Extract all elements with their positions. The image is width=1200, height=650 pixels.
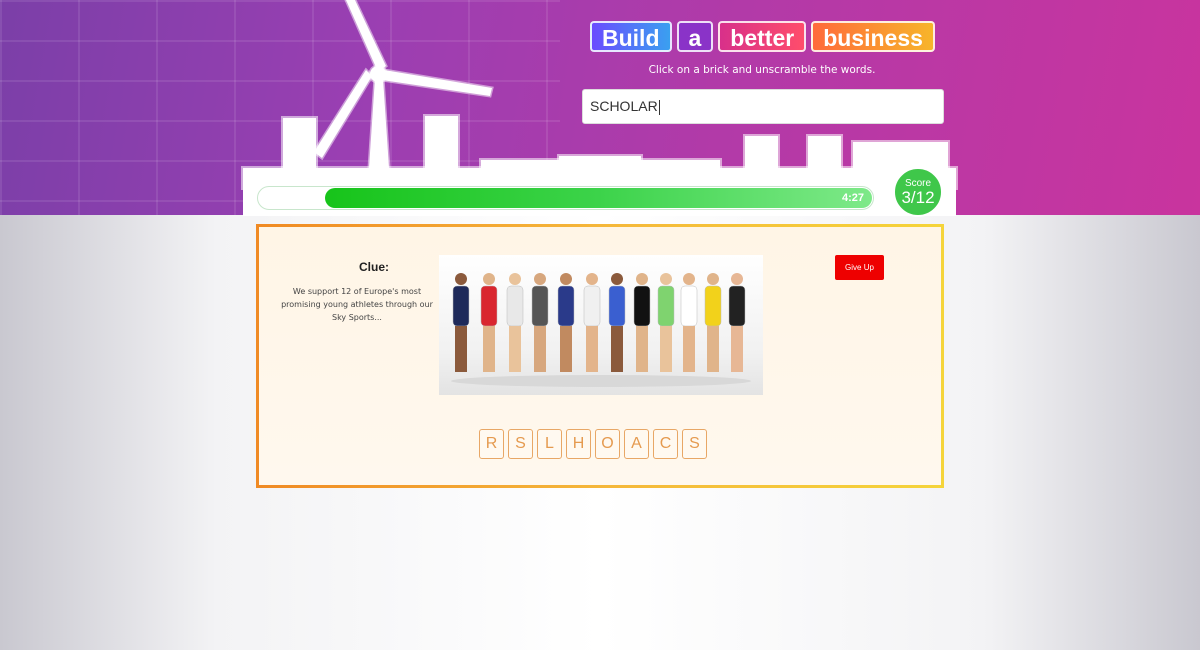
athlete-head (586, 273, 598, 285)
athlete-body (657, 285, 675, 327)
athlete-body (452, 285, 470, 327)
athlete-legs (534, 326, 546, 372)
answer-input[interactable]: SCHOLAR (582, 89, 944, 124)
text-caret (658, 99, 660, 115)
timer-bar: 4:27 (257, 186, 874, 210)
athlete-head (611, 273, 623, 285)
game-title: Build a better business (590, 21, 935, 52)
give-up-button[interactable]: Give Up (835, 255, 884, 280)
athlete-body (633, 285, 651, 327)
letter-tile[interactable]: H (566, 429, 591, 459)
title-word-build: Build (590, 21, 672, 52)
athletes-photo (439, 255, 763, 395)
athlete-head (534, 273, 546, 285)
instruction-text: Click on a brick and unscramble the word… (648, 64, 876, 76)
athlete-body (608, 285, 626, 327)
athlete-head (636, 273, 648, 285)
letter-tile[interactable]: O (595, 429, 620, 459)
answer-input-value: SCHOLAR (590, 98, 658, 114)
athlete-legs (731, 326, 743, 372)
athlete-body (480, 285, 498, 327)
athlete-head (683, 273, 695, 285)
athlete-head (660, 273, 672, 285)
athlete-legs (683, 326, 695, 372)
clue-text: We support 12 of Europe's most promising… (281, 287, 433, 322)
athlete-head (455, 273, 467, 285)
athlete-body (506, 285, 524, 327)
title-word-business: business (811, 21, 935, 52)
letter-tile[interactable]: A (624, 429, 649, 459)
turbine-hub (368, 64, 388, 84)
title-word-better: better (718, 21, 807, 52)
athlete-legs (707, 326, 719, 372)
athlete-head (483, 273, 495, 285)
turbine-tower (367, 76, 391, 170)
turbine-blade-up (344, 0, 388, 75)
turbine-blade-down (311, 67, 374, 161)
athlete-body (704, 285, 722, 327)
athlete-head (707, 273, 719, 285)
timer-label: 4:27 (841, 192, 864, 204)
athlete-legs (586, 326, 598, 372)
athlete-body (583, 285, 601, 327)
athlete-legs (483, 326, 495, 372)
athlete-body (557, 285, 575, 327)
athlete-legs (509, 326, 521, 372)
letter-tile[interactable]: C (653, 429, 678, 459)
athlete-legs (660, 326, 672, 372)
athlete-legs (636, 326, 648, 372)
athlete-body (680, 285, 698, 327)
clue-heading: Clue: (359, 260, 389, 274)
athlete-body (728, 285, 746, 327)
athlete-head (560, 273, 572, 285)
athlete-head (731, 273, 743, 285)
letter-tiles: RSLHOACS (479, 429, 707, 459)
letter-tile[interactable]: S (682, 429, 707, 459)
score-value: 3/12 (901, 188, 935, 207)
timer-bar-fill: 4:27 (325, 188, 872, 208)
turbine-blade-right (380, 68, 494, 98)
athlete-legs (455, 326, 467, 372)
athlete-legs (560, 326, 572, 372)
score-badge: Score 3/12 (893, 167, 943, 217)
letter-tile[interactable]: R (479, 429, 504, 459)
athlete-body (531, 285, 549, 327)
letter-tile[interactable]: S (508, 429, 533, 459)
athlete-head (509, 273, 521, 285)
title-word-a: a (676, 21, 714, 52)
athlete-legs (611, 326, 623, 372)
letter-tile[interactable]: L (537, 429, 562, 459)
clue-card: Clue: We support 12 of Europe's most pro… (256, 224, 944, 488)
wind-turbine-icon (311, 0, 494, 170)
athlete-figures (452, 273, 746, 372)
